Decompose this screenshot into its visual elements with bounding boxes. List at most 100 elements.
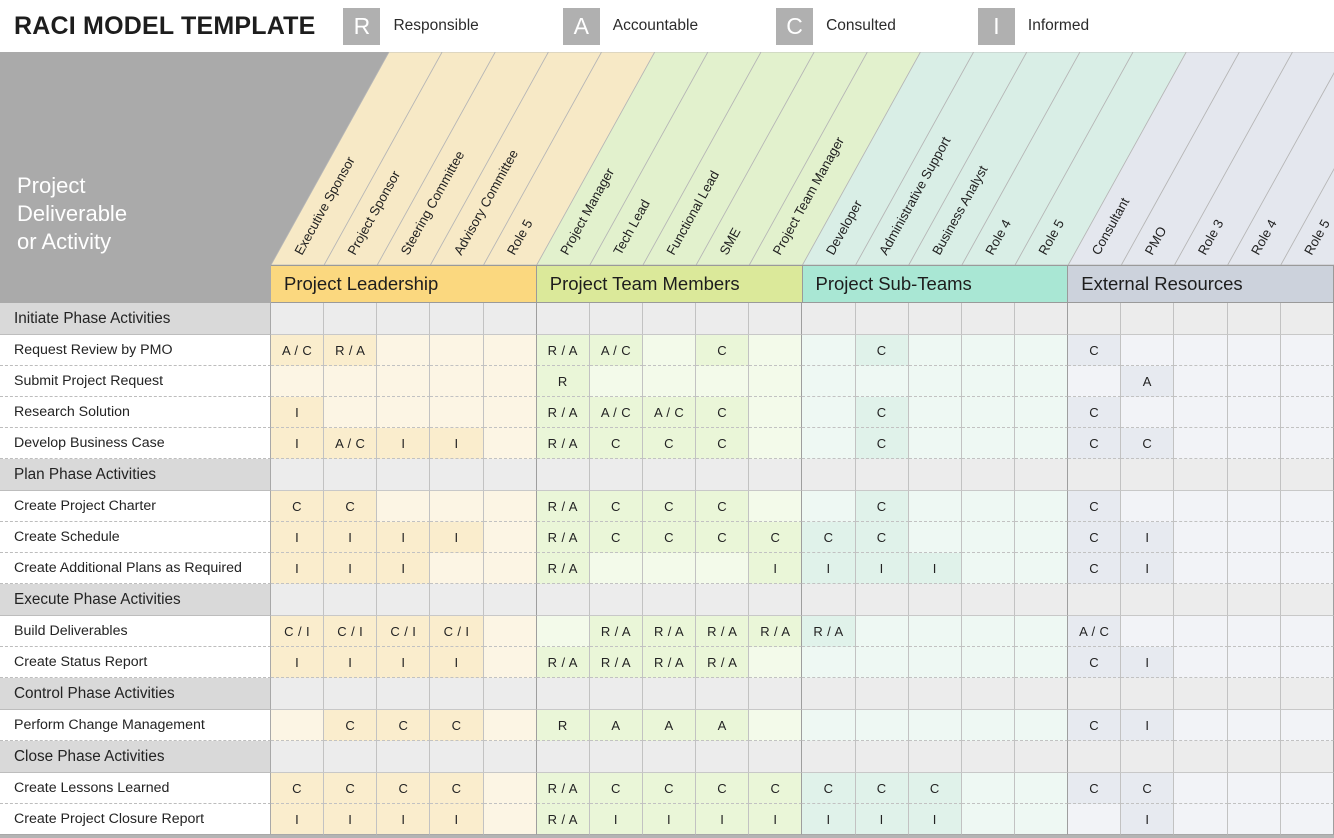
activity-row[interactable]: Research Solution I R / AA / CA / CCCC [0, 397, 1334, 428]
activity-row[interactable]: Create Lessons Learned C C C C R / ACCCCCCCCC [0, 773, 1334, 804]
raci-cell[interactable]: I [271, 553, 325, 584]
raci-cell[interactable]: I [271, 428, 325, 459]
raci-cell[interactable] [324, 366, 378, 397]
raci-cell[interactable] [855, 647, 909, 678]
raci-cell[interactable]: R / A [536, 428, 590, 459]
raci-cell[interactable]: A [696, 710, 750, 741]
raci-cell[interactable]: A [589, 710, 643, 741]
raci-cell[interactable] [589, 366, 643, 397]
raci-cell[interactable]: C [696, 522, 750, 553]
raci-cell[interactable] [1227, 366, 1281, 397]
raci-cell[interactable]: C [696, 397, 750, 428]
raci-cell[interactable]: R / A [536, 553, 590, 584]
raci-cell[interactable] [1014, 428, 1069, 459]
raci-cell[interactable] [377, 491, 431, 522]
raci-cell[interactable]: C [855, 773, 909, 804]
raci-cell[interactable] [908, 397, 962, 428]
raci-cell[interactable] [642, 553, 697, 584]
raci-cell[interactable] [589, 553, 643, 584]
raci-cell[interactable]: C [1068, 335, 1122, 366]
raci-cell[interactable]: C [430, 773, 484, 804]
raci-cell[interactable]: R / A [536, 335, 590, 366]
raci-cell[interactable] [908, 522, 962, 553]
raci-cell[interactable] [1227, 553, 1281, 584]
activity-row[interactable]: Create Project Charter C C R / ACCCCC [0, 491, 1334, 522]
raci-cell[interactable]: C [855, 491, 909, 522]
raci-cell[interactable]: I [430, 428, 484, 459]
raci-cell[interactable]: I [1121, 522, 1175, 553]
raci-cell[interactable] [1174, 804, 1228, 835]
raci-cell[interactable] [1174, 647, 1228, 678]
raci-cell[interactable]: R / A [536, 397, 590, 428]
raci-cell[interactable]: C [642, 491, 697, 522]
raci-cell[interactable]: R / A [749, 616, 803, 647]
raci-cell[interactable]: A [642, 710, 697, 741]
raci-cell[interactable] [1227, 804, 1281, 835]
raci-cell[interactable] [961, 428, 1015, 459]
raci-cell[interactable]: A / C [324, 428, 378, 459]
raci-cell[interactable]: I [1121, 710, 1175, 741]
raci-cell[interactable] [908, 647, 962, 678]
raci-cell[interactable] [536, 616, 590, 647]
raci-cell[interactable] [1227, 335, 1281, 366]
activity-row[interactable]: Create Additional Plans as Required I I I R … [0, 553, 1334, 584]
raci-cell[interactable]: C [1068, 522, 1122, 553]
raci-cell[interactable]: R / A [589, 616, 643, 647]
raci-cell[interactable]: I [642, 804, 697, 835]
raci-cell[interactable] [483, 804, 537, 835]
raci-cell[interactable] [271, 366, 325, 397]
activity-row[interactable]: Create Status Report I I I I R / AR / AR / AR… [0, 647, 1334, 678]
raci-cell[interactable]: C / I [377, 616, 431, 647]
raci-cell[interactable] [696, 366, 750, 397]
raci-cell[interactable]: I [696, 804, 750, 835]
raci-cell[interactable]: C [696, 773, 750, 804]
raci-cell[interactable]: C [855, 335, 909, 366]
raci-cell[interactable]: A / C [589, 335, 643, 366]
raci-cell[interactable] [483, 522, 537, 553]
raci-cell[interactable]: I [1121, 647, 1175, 678]
raci-cell[interactable] [1014, 804, 1069, 835]
raci-cell[interactable] [483, 616, 537, 647]
raci-cell[interactable]: R / A [642, 647, 697, 678]
raci-cell[interactable]: C [855, 428, 909, 459]
raci-cell[interactable]: R / A [589, 647, 643, 678]
raci-cell[interactable]: I [271, 397, 325, 428]
raci-cell[interactable]: C [271, 491, 325, 522]
raci-cell[interactable]: C [1068, 710, 1122, 741]
raci-cell[interactable] [430, 491, 484, 522]
raci-cell[interactable] [749, 366, 803, 397]
raci-cell[interactable] [1174, 428, 1228, 459]
raci-cell[interactable] [802, 647, 856, 678]
raci-cell[interactable] [961, 647, 1015, 678]
raci-cell[interactable]: C [1068, 647, 1122, 678]
raci-cell[interactable] [1014, 773, 1069, 804]
raci-cell[interactable] [1227, 491, 1281, 522]
raci-cell[interactable]: I [377, 553, 431, 584]
raci-cell[interactable]: I [855, 804, 909, 835]
raci-cell[interactable] [1014, 366, 1069, 397]
raci-cell[interactable]: I [908, 804, 962, 835]
raci-cell[interactable]: C [1121, 773, 1175, 804]
raci-cell[interactable] [642, 335, 697, 366]
raci-cell[interactable]: I [908, 553, 962, 584]
raci-cell[interactable]: C [1068, 491, 1122, 522]
raci-cell[interactable]: R / A [696, 647, 750, 678]
raci-cell[interactable]: I [749, 553, 803, 584]
raci-cell[interactable] [1174, 553, 1228, 584]
raci-cell[interactable] [749, 491, 803, 522]
raci-cell[interactable]: C [696, 491, 750, 522]
raci-cell[interactable] [430, 335, 484, 366]
raci-cell[interactable] [802, 491, 856, 522]
raci-cell[interactable] [1121, 491, 1175, 522]
raci-cell[interactable]: C [908, 773, 962, 804]
raci-cell[interactable] [1014, 616, 1069, 647]
raci-cell[interactable]: I [271, 522, 325, 553]
raci-cell[interactable]: C [749, 773, 803, 804]
raci-cell[interactable]: C [1068, 397, 1122, 428]
raci-cell[interactable] [430, 553, 484, 584]
raci-cell[interactable]: R / A [536, 522, 590, 553]
raci-cell[interactable]: I [324, 522, 378, 553]
raci-cell[interactable]: A / C [271, 335, 325, 366]
raci-cell[interactable] [961, 710, 1015, 741]
raci-cell[interactable] [1227, 397, 1281, 428]
